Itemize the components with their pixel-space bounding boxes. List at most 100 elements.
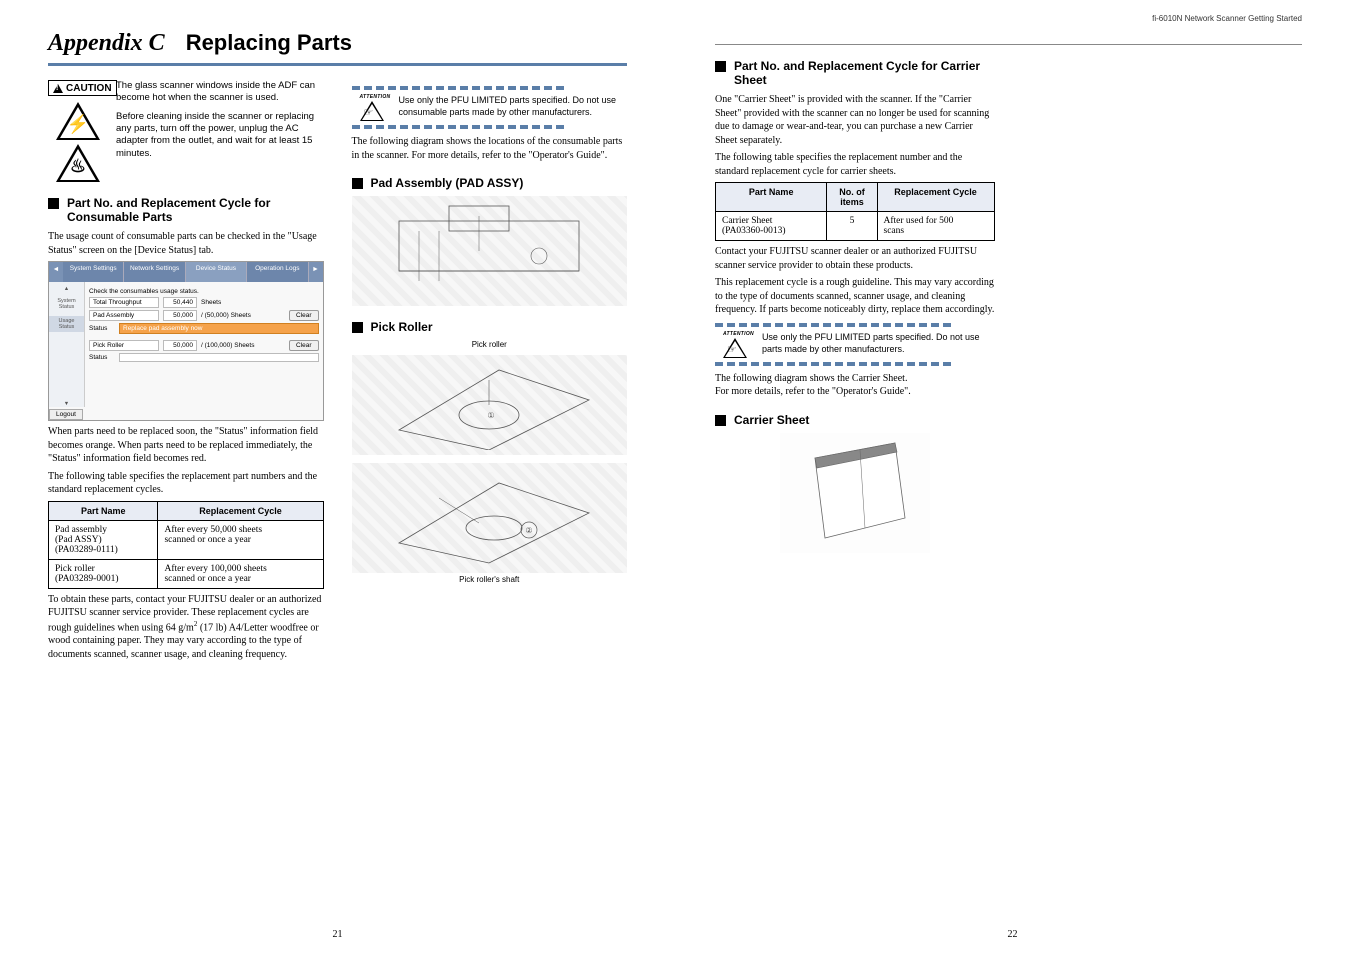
head-rule [715, 44, 1302, 45]
t1-r1c2b: scanned or once a year [164, 535, 251, 545]
svg-text:②: ② [526, 526, 533, 535]
page-number-right: 22 [675, 929, 1350, 940]
table-row: Carrier Sheet (PA03360-0013) 5 After use… [716, 212, 995, 241]
clear-pad-button: Clear [289, 310, 319, 321]
carrier-p6: For more details, refer to the "Operator… [715, 385, 995, 399]
caution-text-1: The glass scanner windows inside the ADF… [116, 80, 324, 105]
running-head: fi-6010N Network Scanner Getting Started [1152, 14, 1302, 23]
t2-h2: No. of items [827, 183, 877, 212]
check-line: Check the consumables usage status. [89, 288, 319, 295]
usage-status-screenshot: ◄ System Settings Network Settings Devic… [48, 261, 324, 421]
side-system-status: System Status [49, 298, 84, 310]
attention-icon [360, 101, 384, 121]
t1-h1: Part Name [49, 501, 158, 520]
caution-icon [53, 84, 63, 93]
diagram-intro: The following diagram shows the location… [352, 135, 628, 162]
status-label-1: Status [89, 325, 115, 332]
right-columns: Part No. and Replacement Cycle for Carri… [715, 55, 1302, 553]
t1-r2c1a: Pick roller [55, 564, 95, 574]
t2-r1c3a: After used for 500 [884, 216, 954, 226]
section-pad-head: Pad Assembly (PAD ASSY) [352, 176, 628, 190]
consumable-after-2: The following table specifies the replac… [48, 470, 324, 497]
t2-h1: Part Name [716, 183, 827, 212]
page-left: Appendix C Replacing Parts CAUTION ⚡ ♨ [0, 0, 675, 954]
consumable-after-3: To obtain these parts, contact your FUJI… [48, 593, 324, 662]
tab-device-status: Device Status [186, 262, 247, 282]
carrier-p3: Contact your FUJITSU scanner dealer or a… [715, 245, 995, 272]
throughput-label: Total Throughput [89, 297, 159, 308]
attention-icon [723, 338, 747, 358]
section-carrier-cycle-head: Part No. and Replacement Cycle for Carri… [715, 59, 995, 87]
pick-roller-label: Pick Roller [89, 340, 159, 351]
carrier-p5: The following diagram shows the Carrier … [715, 372, 995, 386]
right-col2-empty [1023, 55, 1303, 553]
left-col2: ATTENTION Use only the PFU LIMITED parts… [352, 80, 628, 665]
t2-h3: Replacement Cycle [877, 183, 994, 212]
side-usage-status: Usage Status [49, 316, 84, 332]
t2-r1c1b: (PA03360-0013) [722, 226, 786, 236]
carrier-sheet-diagram [780, 433, 930, 553]
side-down-icon: ▼ [64, 401, 69, 407]
section-pick-head: Pick Roller [352, 320, 628, 334]
tab-operation-logs: Operation Logs [247, 262, 308, 282]
throughput-unit: Sheets [201, 299, 221, 306]
t1-h2: Replacement Cycle [158, 501, 323, 520]
t1-r1c1c: (PA03289-0111) [55, 545, 118, 555]
throughput-value: 50,440 [163, 297, 197, 308]
pad-assembly-value: 50,000 [163, 310, 197, 321]
t1-r2c2a: After every 100,000 sheets [164, 564, 266, 574]
attention-label-2: ATTENTION [723, 331, 754, 337]
status-pick-field [119, 353, 319, 362]
section-carrier-head: Carrier Sheet [715, 413, 995, 427]
table-row: Pick roller (PA03289-0001) After every 1… [49, 559, 324, 588]
right-col1: Part No. and Replacement Cycle for Carri… [715, 55, 995, 553]
tab-next-icon: ► [309, 262, 323, 282]
left-col1: CAUTION ⚡ ♨ The glass scanner windows in… [48, 80, 324, 665]
pad-assembly-label: Pad Assembly [89, 310, 159, 321]
t1-r1c1a: Pad assembly [55, 525, 107, 535]
carrier-p4: This replacement cycle is a rough guidel… [715, 276, 995, 317]
pad-assembly-of: / (50,000) Sheets [201, 312, 251, 319]
pick-roller-label-top: Pick roller [352, 340, 628, 349]
section-pick-title: Pick Roller [371, 320, 433, 334]
t1-r1c2a: After every 50,000 sheets [164, 525, 262, 535]
chapter-heading: Appendix C Replacing Parts [48, 30, 627, 57]
pick-roller-of: / (100,000) Sheets [201, 342, 254, 349]
svg-text:①: ① [488, 411, 495, 420]
tab-network-settings: Network Settings [124, 262, 185, 282]
caution-badge: CAUTION [48, 80, 117, 96]
bullet-icon [715, 415, 726, 426]
attention-label: ATTENTION [360, 94, 391, 100]
t2-r1c3b: scans [884, 226, 905, 236]
side-up-icon: ▲ [64, 286, 69, 292]
appendix-label: Appendix C [48, 30, 165, 57]
bullet-icon [48, 198, 59, 209]
attention-text-1: Use only the PFU LIMITED parts specified… [398, 94, 627, 121]
carrier-table: Part Name No. of items Replacement Cycle… [715, 182, 995, 241]
pick-roller-diagram-2: ② [352, 463, 628, 573]
shock-icon: ⚡ [56, 102, 100, 140]
consumable-table: Part Name Replacement Cycle Pad assembly… [48, 501, 324, 589]
dash-rule [715, 362, 995, 366]
page-number-left: 21 [0, 929, 675, 940]
t1-r2c1b: (PA03289-0001) [55, 574, 119, 584]
attention-block-2: ATTENTION Use only the PFU LIMITED parts… [715, 323, 995, 366]
pick-diagram2-svg: ② [379, 468, 599, 568]
pad-diagram-svg [379, 201, 599, 301]
pick-roller-value: 50,000 [163, 340, 197, 351]
page-right: fi-6010N Network Scanner Getting Started… [675, 0, 1350, 954]
tab-prev-icon: ◄ [49, 262, 63, 282]
dash-rule [352, 125, 628, 129]
heat-icon: ♨ [56, 144, 100, 182]
pick-roller-diagram-1: ① [352, 355, 628, 455]
pick-diagram1-svg: ① [379, 360, 599, 450]
t1-r1c1b: (Pad ASSY) [55, 535, 102, 545]
left-columns: CAUTION ⚡ ♨ The glass scanner windows in… [48, 80, 627, 665]
chapter-title: Replacing Parts [186, 30, 352, 55]
pad-assembly-diagram [352, 196, 628, 306]
section-pad-title: Pad Assembly (PAD ASSY) [371, 176, 524, 190]
t2-r1c2: 5 [827, 212, 877, 241]
logout-button: Logout [49, 409, 83, 420]
status-pad-msg: Replace pad assembly now [119, 323, 319, 334]
attention-block-1: ATTENTION Use only the PFU LIMITED parts… [352, 86, 628, 129]
